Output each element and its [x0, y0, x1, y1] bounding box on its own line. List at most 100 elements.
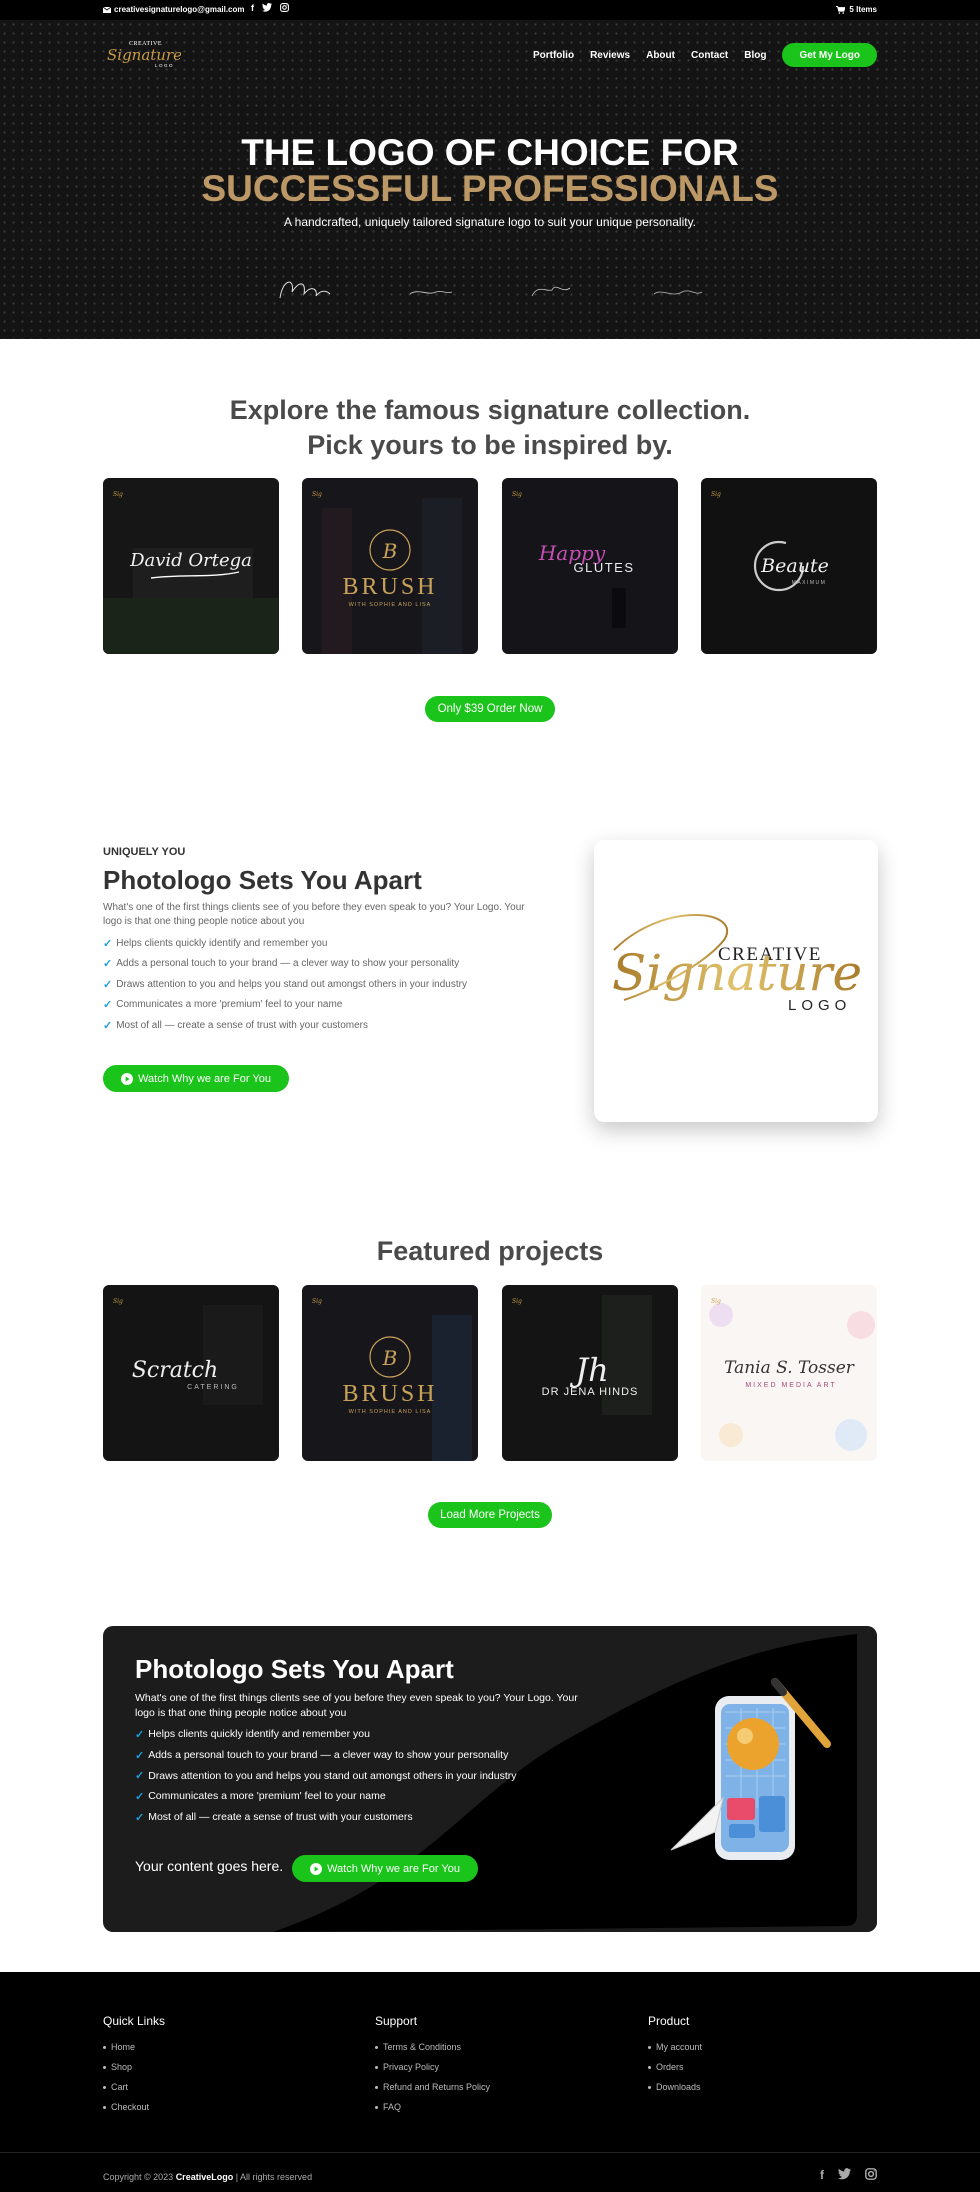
- tile-image: Sig Happy GLUTES: [502, 478, 678, 654]
- logo-showcase-card: CREATIVE Signature LOGO: [594, 840, 878, 1122]
- watch-why-button[interactable]: Watch Why we are For You: [103, 1065, 289, 1092]
- shopping-cart-icon: [836, 5, 846, 14]
- tile-image: Sig David Ortega: [103, 478, 279, 654]
- footer-link[interactable]: Cart: [103, 2077, 165, 2097]
- list-item: ✓ Helps clients quickly identify and reme…: [135, 1724, 517, 1745]
- tile-word-text: DR JENA HINDS: [542, 1386, 639, 1398]
- tile-sub-text: MIXED MEDIA ART: [745, 1382, 836, 1389]
- card-logo-line3: LOGO: [788, 997, 851, 1014]
- list-item-text: Draws attention to you and helps you sta…: [148, 1769, 517, 1782]
- collection-title-line2: Pick yours to be inspired by.: [307, 430, 673, 460]
- svg-text:Sig: Sig: [512, 1298, 522, 1305]
- featured-tile[interactable]: Sig Jh DR JENA HINDS: [502, 1285, 678, 1461]
- check-icon: ✓: [103, 1019, 113, 1032]
- creative-signature-logo-image: CREATIVE Signature LOGO: [612, 914, 862, 1014]
- site-logo[interactable]: CREATIVE Signature LOGO: [105, 36, 181, 72]
- footer-link[interactable]: Shop: [103, 2057, 165, 2077]
- footer-link[interactable]: Privacy Policy: [375, 2057, 490, 2077]
- list-item: ✓ Most of all — create a sense of trust w…: [135, 1807, 517, 1828]
- collection-tile[interactable]: Sig David Ortega: [103, 478, 279, 654]
- instagram-icon[interactable]: [865, 2168, 877, 2180]
- footer-link-text: Refund and Returns Policy: [383, 2082, 491, 2092]
- nav-item-reviews[interactable]: Reviews: [590, 50, 630, 61]
- card-logo-script: Signature: [612, 944, 862, 1002]
- watch-why-label: Watch Why we are For You: [138, 1072, 271, 1085]
- list-item-text: Helps clients quickly identify and remem…: [148, 1728, 370, 1741]
- promo-title: Photologo Sets You Apart: [135, 1654, 454, 1684]
- promo-benefits-list: ✓ Helps clients quickly identify and reme…: [135, 1724, 517, 1827]
- tile-sub-text: CATERING: [187, 1384, 239, 1391]
- footer-link[interactable]: Checkout: [103, 2097, 165, 2117]
- check-icon: ✓: [103, 958, 113, 971]
- tile-sub-text: WITH SOPHIE AND LISA: [349, 1409, 432, 1415]
- hero-title-line2: SUCCESSFUL PROFESSIONALS: [201, 168, 779, 209]
- twitter-icon[interactable]: [262, 3, 272, 12]
- collection-tile[interactable]: Sig B BRUSH WITH SOPHIE AND LISA: [302, 478, 478, 654]
- envelope-icon: [103, 6, 111, 13]
- nav-item-about[interactable]: About: [646, 50, 675, 61]
- topbar-email[interactable]: creativesignaturelogo@gmail.com: [103, 5, 245, 14]
- main-nav: Portfolio Reviews About Contact Blog Get…: [533, 43, 877, 67]
- featured-tile[interactable]: Sig Tania S. Tosser MIXED MEDIA ART: [701, 1285, 877, 1461]
- top-bar: creativesignaturelogo@gmail.com f 5 Item…: [0, 0, 980, 20]
- svg-text:Sig: Sig: [312, 1298, 322, 1305]
- list-item-text: Communicates a more 'premium' feel to yo…: [116, 999, 343, 1011]
- footer-link[interactable]: FAQ: [375, 2097, 490, 2117]
- nav-item-blog[interactable]: Blog: [744, 50, 766, 61]
- topbar-cart[interactable]: 5 Items: [836, 5, 877, 14]
- copyright-brand[interactable]: CreativeLogo: [176, 2172, 234, 2182]
- copyright-prefix: Copyright © 2023: [103, 2172, 176, 2182]
- tile-image: Sig Scratch CATERING: [103, 1285, 279, 1461]
- footer-link-text: Downloads: [656, 2082, 701, 2092]
- bullet-icon: [648, 2045, 651, 2049]
- facebook-icon[interactable]: f: [251, 3, 254, 13]
- twitter-icon[interactable]: [838, 2168, 851, 2180]
- copyright-suffix: | All rights reserved: [233, 2172, 313, 2182]
- play-icon: [121, 1072, 134, 1085]
- featured-tile[interactable]: Sig Scratch CATERING: [103, 1285, 279, 1461]
- apart-title: Photologo Sets You Apart: [103, 865, 422, 895]
- footer-link[interactable]: Terms & Conditions: [375, 2037, 490, 2057]
- tile-word-text: GLUTES: [573, 560, 634, 575]
- nav-item-portfolio[interactable]: Portfolio: [533, 50, 574, 61]
- bullet-icon: [648, 2085, 651, 2089]
- check-icon: ✓: [103, 999, 113, 1012]
- phone-illustration: [670, 1678, 831, 1860]
- order-now-button[interactable]: Only $39 Order Now: [425, 696, 555, 722]
- cart-count: 5 Items: [849, 5, 877, 14]
- footer-link[interactable]: My account: [648, 2037, 702, 2057]
- promo-paragraph: What's one of the first things clients s…: [135, 1692, 578, 1719]
- featured-tile[interactable]: Sig B BRUSH WITH SOPHIE AND LISA: [302, 1285, 478, 1461]
- list-item: ✓ Adds a personal touch to your brand — a…: [135, 1745, 517, 1766]
- nav-item-contact[interactable]: Contact: [691, 50, 728, 61]
- check-icon: ✓: [103, 937, 113, 950]
- get-my-logo-button[interactable]: Get My Logo: [782, 43, 877, 67]
- footer-link-text: My account: [656, 2042, 703, 2052]
- instagram-icon[interactable]: [280, 3, 289, 12]
- facebook-icon[interactable]: f: [820, 2168, 824, 2182]
- list-item-text: Most of all — create a sense of trust wi…: [148, 1811, 413, 1824]
- hero-section: CREATIVE Signature LOGO Portfolio Review…: [0, 20, 980, 339]
- footer-divider: [0, 2152, 980, 2153]
- tile-sub-text: MAXIMUM: [792, 580, 827, 586]
- collection-tile[interactable]: Sig Beaute MAXIMUM: [701, 478, 877, 654]
- footer-link-text: Home: [111, 2042, 136, 2052]
- svg-text:Sig: Sig: [113, 491, 123, 498]
- footer-link[interactable]: Home: [103, 2037, 165, 2057]
- apart-benefits-list: ✓ Helps clients quickly identify and reme…: [103, 933, 467, 1036]
- footer-link[interactable]: Downloads: [648, 2077, 702, 2097]
- promo-watch-why-button[interactable]: Watch Why we are For You: [292, 1855, 478, 1882]
- footer-link-text: Cart: [111, 2082, 129, 2092]
- list-item: ✓ Draws attention to you and helps you st…: [103, 974, 467, 995]
- footer-link[interactable]: Orders: [648, 2057, 702, 2077]
- footer-link[interactable]: Refund and Returns Policy: [375, 2077, 490, 2097]
- load-more-projects-button[interactable]: Load More Projects: [428, 1502, 552, 1528]
- list-item: ✓ Helps clients quickly identify and reme…: [103, 933, 467, 954]
- collection-tile[interactable]: Sig Happy GLUTES: [502, 478, 678, 654]
- bullet-icon: [103, 2085, 106, 2089]
- footer-quick-links: Quick Links Home Shop Cart Checkout: [103, 2014, 165, 2117]
- hero-subtitle: A handcrafted, uniquely tailored signatu…: [283, 215, 697, 229]
- tile-script-text: Scratch: [132, 1358, 218, 1383]
- footer-link-text: Terms & Conditions: [383, 2042, 462, 2052]
- tile-image: Sig Jh DR JENA HINDS: [502, 1285, 678, 1461]
